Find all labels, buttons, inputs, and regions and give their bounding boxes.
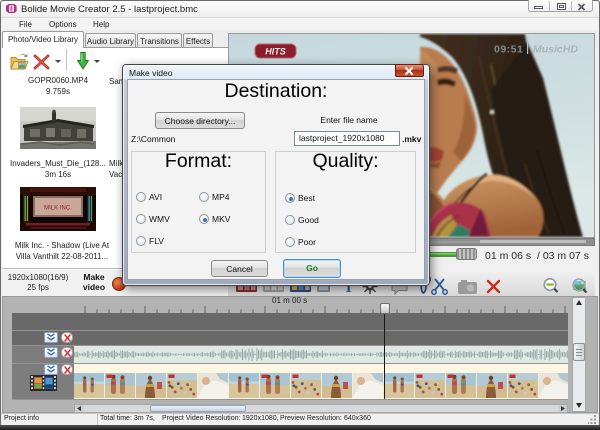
svg-text:HITS: HITS xyxy=(265,47,286,57)
svg-text:09:51: 09:51 xyxy=(494,44,523,56)
svg-text:MusicHD: MusicHD xyxy=(533,44,578,56)
svg-text:MILK INC.: MILK INC. xyxy=(44,206,72,212)
